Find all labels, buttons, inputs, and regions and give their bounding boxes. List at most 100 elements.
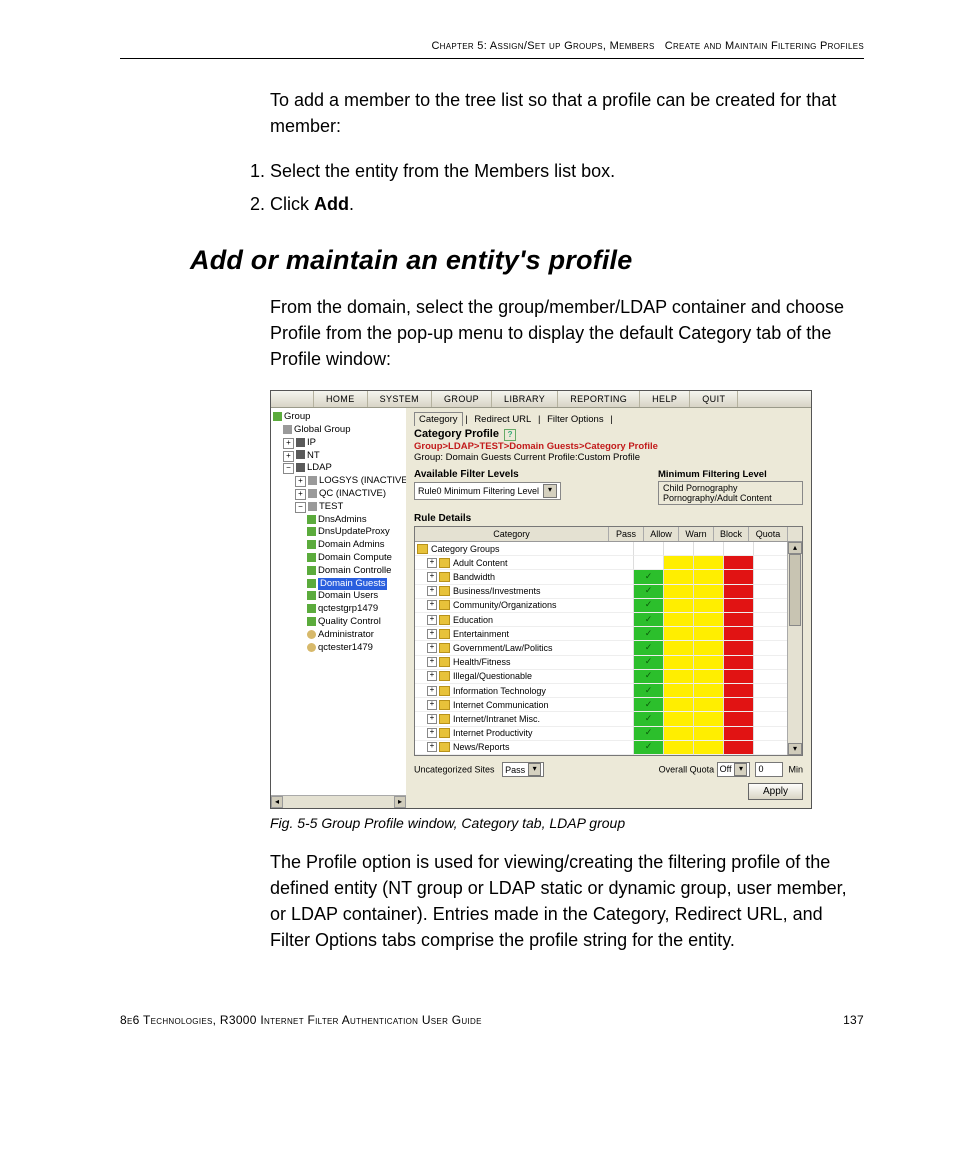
grid-cell-pass[interactable] [633, 570, 663, 584]
category-row[interactable]: +Bandwidth [415, 570, 633, 584]
grid-cell[interactable] [723, 542, 753, 556]
scroll-thumb[interactable] [789, 554, 801, 626]
tab-category[interactable]: Category [414, 412, 463, 426]
grid-cell-block[interactable] [723, 613, 753, 627]
grid-cell-block[interactable] [723, 656, 753, 670]
expand-icon[interactable]: − [283, 463, 294, 474]
grid-cell-allow[interactable] [663, 684, 693, 698]
uncategorized-dropdown[interactable]: Pass ▾ [502, 762, 544, 777]
grid-cell-allow[interactable] [663, 712, 693, 726]
grid-cell-allow[interactable] [663, 670, 693, 684]
expand-icon[interactable]: + [427, 657, 437, 667]
grid-cell-block[interactable] [723, 727, 753, 741]
category-row[interactable]: +Internet Productivity [415, 727, 633, 741]
grid-cell-warn[interactable] [693, 698, 723, 712]
grid-cell-quota[interactable] [753, 712, 787, 726]
expand-icon[interactable]: + [427, 686, 437, 696]
menu-library[interactable]: LIBRARY [492, 391, 558, 407]
category-row[interactable]: +Community/Organizations [415, 599, 633, 613]
chevron-down-icon[interactable]: ▾ [528, 763, 541, 776]
grid-cell-quota[interactable] [753, 599, 787, 613]
expand-icon[interactable]: + [427, 700, 437, 710]
tree-item[interactable]: +QC (INACTIVE) [273, 488, 408, 501]
tree-item[interactable]: Quality Control [273, 616, 408, 629]
category-row[interactable]: +Education [415, 613, 633, 627]
grid-cell-pass[interactable] [633, 556, 663, 570]
grid-cell-quota[interactable] [753, 727, 787, 741]
grid-cell-allow[interactable] [663, 627, 693, 641]
grid-cell-warn[interactable] [693, 670, 723, 684]
scroll-down-icon[interactable]: ▾ [788, 743, 802, 755]
expand-icon[interactable]: + [295, 489, 306, 500]
grid-cell-quota[interactable] [753, 585, 787, 599]
grid-cell-warn[interactable] [693, 641, 723, 655]
tree-item[interactable]: Group [273, 411, 408, 424]
grid-cell-allow[interactable] [663, 599, 693, 613]
menu-help[interactable]: HELP [640, 391, 690, 407]
tree-item[interactable]: +IP [273, 437, 408, 450]
scroll-left-icon[interactable]: ◂ [271, 796, 283, 808]
grid-cell-pass[interactable] [633, 656, 663, 670]
expand-icon[interactable]: + [295, 476, 306, 487]
grid-cell[interactable] [693, 542, 723, 556]
chevron-down-icon[interactable]: ▾ [543, 484, 557, 498]
help-icon[interactable]: ? [504, 429, 516, 441]
grid-cell-warn[interactable] [693, 741, 723, 755]
expand-icon[interactable]: + [427, 558, 437, 568]
expand-icon[interactable]: + [427, 643, 437, 653]
grid-cell-warn[interactable] [693, 613, 723, 627]
grid-cell-quota[interactable] [753, 570, 787, 584]
tree-item[interactable]: DnsUpdateProxy [273, 526, 408, 539]
expand-icon[interactable]: + [427, 742, 437, 752]
grid-cell-quota[interactable] [753, 656, 787, 670]
tree-item[interactable]: Domain Controlle [273, 565, 408, 578]
grid-cell-quota[interactable] [753, 684, 787, 698]
tree-item[interactable]: −TEST [273, 501, 408, 514]
grid-cell-warn[interactable] [693, 712, 723, 726]
grid-header-pass[interactable]: Pass [609, 527, 644, 541]
grid-cell-pass[interactable] [633, 627, 663, 641]
grid-cell-warn[interactable] [693, 627, 723, 641]
mfl-list[interactable]: Child Pornography Pornography/Adult Cont… [658, 481, 803, 505]
grid-cell-warn[interactable] [693, 599, 723, 613]
grid-cell-warn[interactable] [693, 684, 723, 698]
tree-item[interactable]: Domain Users [273, 590, 408, 603]
tree-item[interactable]: Domain Admins [273, 539, 408, 552]
grid-cell-block[interactable] [723, 712, 753, 726]
grid-cell-block[interactable] [723, 641, 753, 655]
grid-header-quota[interactable]: Quota [749, 527, 788, 541]
grid-cell-quota[interactable] [753, 627, 787, 641]
tree-item[interactable]: +LOGSYS (INACTIVE) [273, 475, 408, 488]
menu-reporting[interactable]: REPORTING [558, 391, 640, 407]
grid-header-warn[interactable]: Warn [679, 527, 714, 541]
tree-pane[interactable]: GroupGlobal Group+IP+NT−LDAP+LOGSYS (INA… [271, 408, 411, 795]
tab-filter-options[interactable]: Filter Options [543, 413, 608, 426]
grid-cell-pass[interactable] [633, 698, 663, 712]
category-row[interactable]: +Health/Fitness [415, 656, 633, 670]
grid-cell-pass[interactable] [633, 712, 663, 726]
grid-cell-warn[interactable] [693, 570, 723, 584]
grid-cell-block[interactable] [723, 570, 753, 584]
tab-redirect-url[interactable]: Redirect URL [470, 413, 535, 426]
expand-icon[interactable]: + [427, 586, 437, 596]
grid-cell-allow[interactable] [663, 570, 693, 584]
scroll-right-icon[interactable]: ▸ [394, 796, 406, 808]
grid-cell-block[interactable] [723, 599, 753, 613]
grid-cell-warn[interactable] [693, 585, 723, 599]
category-row[interactable]: +Government/Law/Politics [415, 641, 633, 655]
expand-icon[interactable]: + [427, 728, 437, 738]
grid-cell-block[interactable] [723, 741, 753, 755]
tree-item[interactable]: Domain Compute [273, 552, 408, 565]
category-row[interactable]: +Internet Communication [415, 698, 633, 712]
category-row[interactable]: +Adult Content [415, 556, 633, 570]
grid-cell-pass[interactable] [633, 741, 663, 755]
grid-header-allow[interactable]: Allow [644, 527, 679, 541]
grid-cell-allow[interactable] [663, 656, 693, 670]
grid-cell-quota[interactable] [753, 670, 787, 684]
grid-cell-pass[interactable] [633, 684, 663, 698]
grid-cell-warn[interactable] [693, 556, 723, 570]
expand-icon[interactable]: + [427, 572, 437, 582]
expand-icon[interactable]: + [283, 451, 294, 462]
grid-cell-warn[interactable] [693, 727, 723, 741]
grid-cell-pass[interactable] [633, 641, 663, 655]
